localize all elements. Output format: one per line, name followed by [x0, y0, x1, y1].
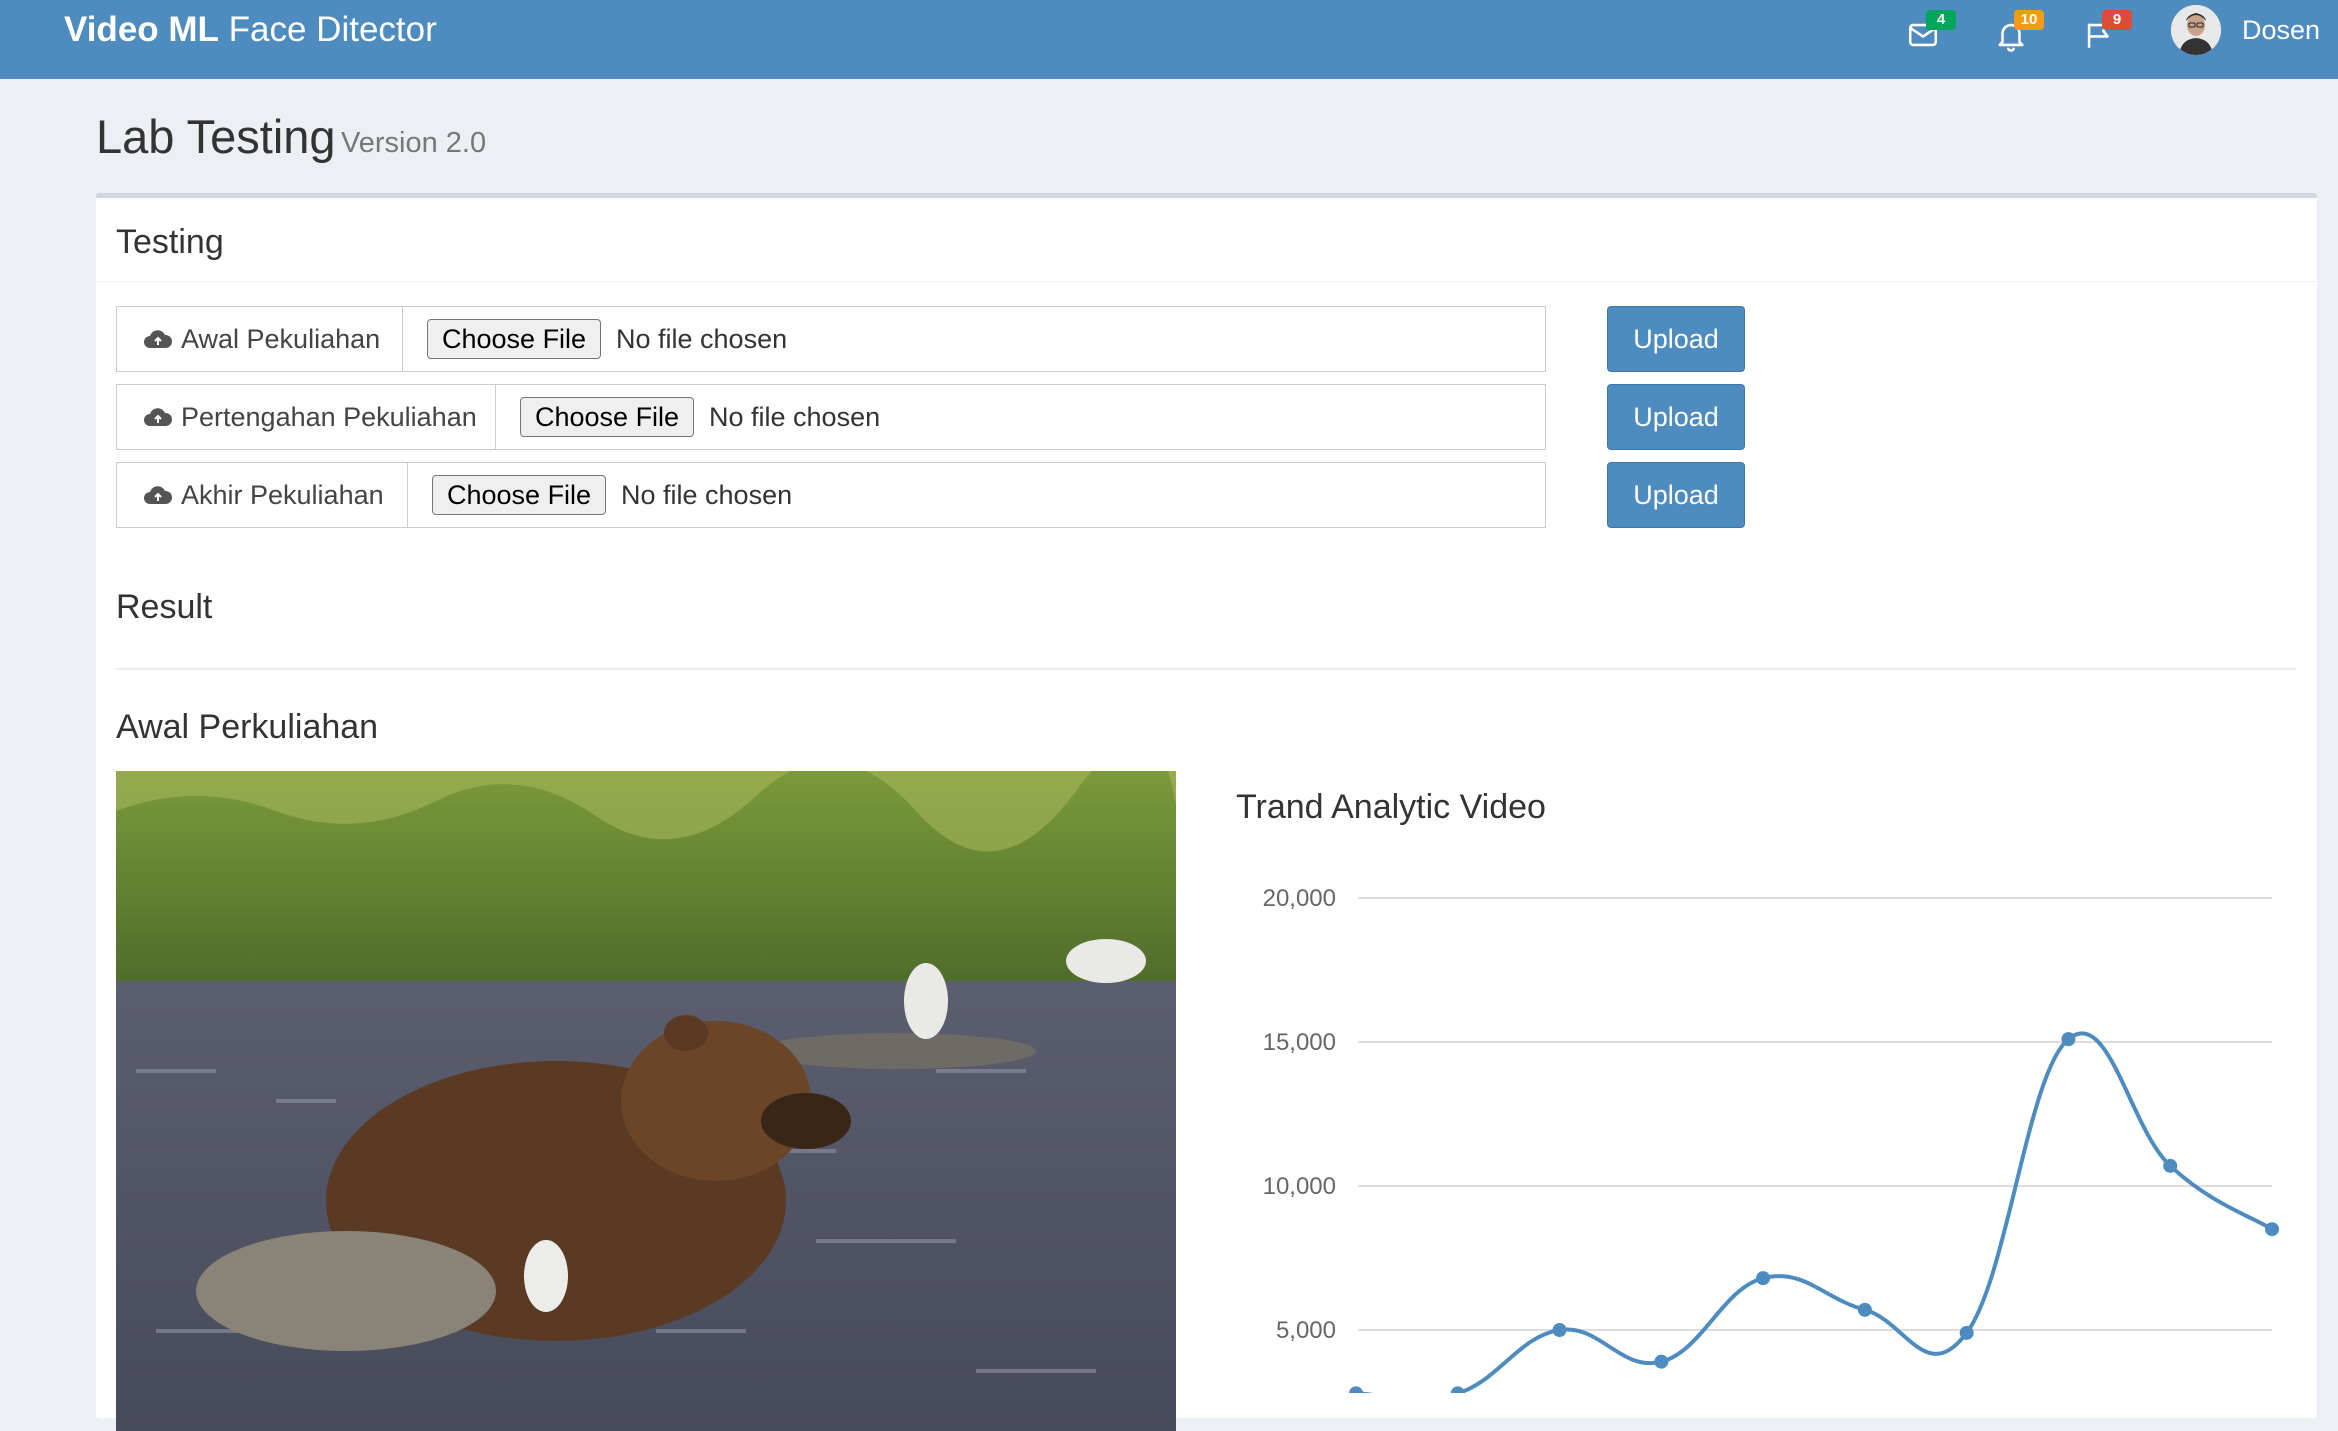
- data-point[interactable]: [2061, 1032, 2076, 1047]
- choose-file-button[interactable]: Choose File: [520, 397, 695, 437]
- video-player[interactable]: [116, 771, 1176, 1431]
- app-brand[interactable]: Video ML Face Ditector: [64, 6, 437, 54]
- brand-bold: Video ML: [64, 10, 219, 49]
- upload-button-awal[interactable]: Upload: [1607, 306, 1745, 372]
- upload-row-akhir: Akhir Pekuliahan Choose File No file cho…: [116, 462, 1546, 528]
- data-point[interactable]: [1450, 1386, 1465, 1393]
- series-line: [1356, 1031, 2274, 1393]
- messages-badge: 4: [1926, 10, 1956, 30]
- result-divider: [116, 668, 2296, 670]
- box-title: Testing: [116, 223, 224, 261]
- upload-row-label-text: Pertengahan Pekuliahan: [181, 401, 477, 432]
- data-point[interactable]: [1349, 1386, 1363, 1393]
- data-point[interactable]: [1756, 1271, 1771, 1286]
- data-point[interactable]: [2265, 1222, 2279, 1237]
- y-tick-label: 20,000: [1263, 885, 1336, 912]
- testing-box: Testing Awal Pekuliahan Choose File No f…: [96, 193, 2317, 1431]
- choose-file-button[interactable]: Choose File: [427, 319, 602, 359]
- video-frame-image: [116, 771, 1176, 1431]
- page-title: Lab Testing: [96, 110, 336, 163]
- upload-button-pertengahan[interactable]: Upload: [1607, 384, 1745, 450]
- tasks-badge: 9: [2102, 10, 2132, 30]
- user-avatar-image: [2171, 5, 2221, 55]
- trend-line-chart: 5,000 10,000 15,000 20,000: [1263, 885, 2279, 1393]
- data-point[interactable]: [1857, 1302, 1872, 1317]
- user-avatar[interactable]: [2171, 5, 2221, 55]
- upload-row-awal: Awal Pekuliahan Choose File No file chos…: [116, 306, 1546, 372]
- page-subtitle: Version 2.0: [341, 127, 487, 159]
- cloud-upload-icon: [144, 408, 173, 426]
- y-tick-label: 15,000: [1263, 1029, 1336, 1056]
- box-divider: [96, 281, 2317, 282]
- y-tick-label: 5,000: [1276, 1317, 1336, 1344]
- brand-rest: Face Ditector: [218, 10, 437, 49]
- cloud-upload-icon: [144, 486, 173, 504]
- upload-row-label: Awal Pekuliahan: [117, 307, 403, 371]
- data-point[interactable]: [1959, 1325, 1974, 1340]
- upload-row-label: Akhir Pekuliahan: [117, 463, 408, 527]
- file-status: No file chosen: [621, 480, 793, 510]
- user-name[interactable]: Dosen: [2242, 12, 2320, 48]
- upload-row-label: Pertengahan Pekuliahan: [117, 385, 496, 449]
- section-title: Awal Perkuliahan: [116, 708, 379, 746]
- messages-menu[interactable]: 4: [1902, 10, 1956, 58]
- result-title: Result: [116, 588, 213, 626]
- y-tick-label: 10,000: [1263, 1173, 1336, 1200]
- file-status: No file chosen: [709, 402, 881, 432]
- tasks-menu[interactable]: 9: [2078, 10, 2132, 58]
- data-point[interactable]: [1552, 1323, 1567, 1337]
- upload-button-akhir[interactable]: Upload: [1607, 462, 1745, 528]
- cloud-upload-icon: [144, 330, 173, 348]
- upload-row-label-text: Akhir Pekuliahan: [181, 479, 384, 510]
- file-status: No file chosen: [616, 324, 788, 354]
- notifications-badge: 10: [2014, 10, 2044, 30]
- data-point[interactable]: [1654, 1354, 1669, 1369]
- notifications-menu[interactable]: 10: [1990, 10, 2044, 58]
- choose-file-button[interactable]: Choose File: [432, 475, 607, 515]
- upload-row-pertengahan: Pertengahan Pekuliahan Choose File No fi…: [116, 384, 1546, 450]
- top-navbar: Video ML Face Ditector 4 10 9 Dosen: [0, 0, 2338, 79]
- data-point[interactable]: [2163, 1158, 2178, 1173]
- chart-title: Trand Analytic Video: [1236, 788, 1546, 826]
- upload-row-label-text: Awal Pekuliahan: [181, 323, 381, 354]
